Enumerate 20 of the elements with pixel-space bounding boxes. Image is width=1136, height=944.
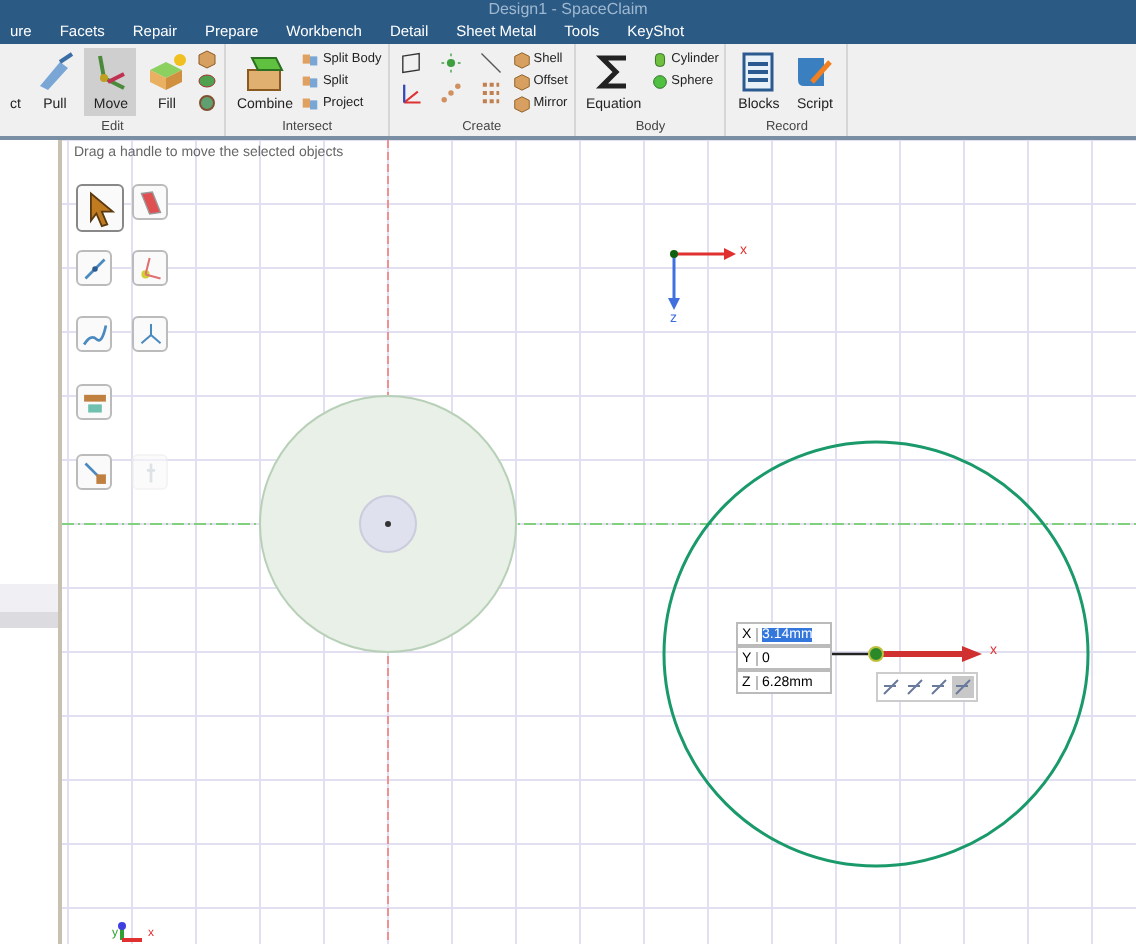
triad-icon <box>118 922 142 942</box>
dots-icon <box>435 78 466 108</box>
window-title: Design1 - SpaceClaim <box>486 0 650 18</box>
option-button[interactable] <box>952 676 974 698</box>
fork-icon <box>135 319 165 349</box>
path-icon <box>79 319 109 349</box>
fill-icon <box>144 50 189 94</box>
move-handle[interactable] <box>868 646 982 662</box>
option-button[interactable] <box>928 676 950 698</box>
point-icon <box>435 48 466 78</box>
line-icon <box>475 48 506 78</box>
cylinder-icon <box>649 49 670 69</box>
option-button[interactable] <box>880 676 902 698</box>
split-icon <box>300 49 321 69</box>
option-button[interactable] <box>904 676 926 698</box>
split-icon <box>300 93 321 113</box>
split-icon <box>300 71 321 91</box>
view-axes-icon <box>668 248 736 310</box>
sphere-icon <box>649 71 670 91</box>
tool-button[interactable] <box>76 184 124 232</box>
